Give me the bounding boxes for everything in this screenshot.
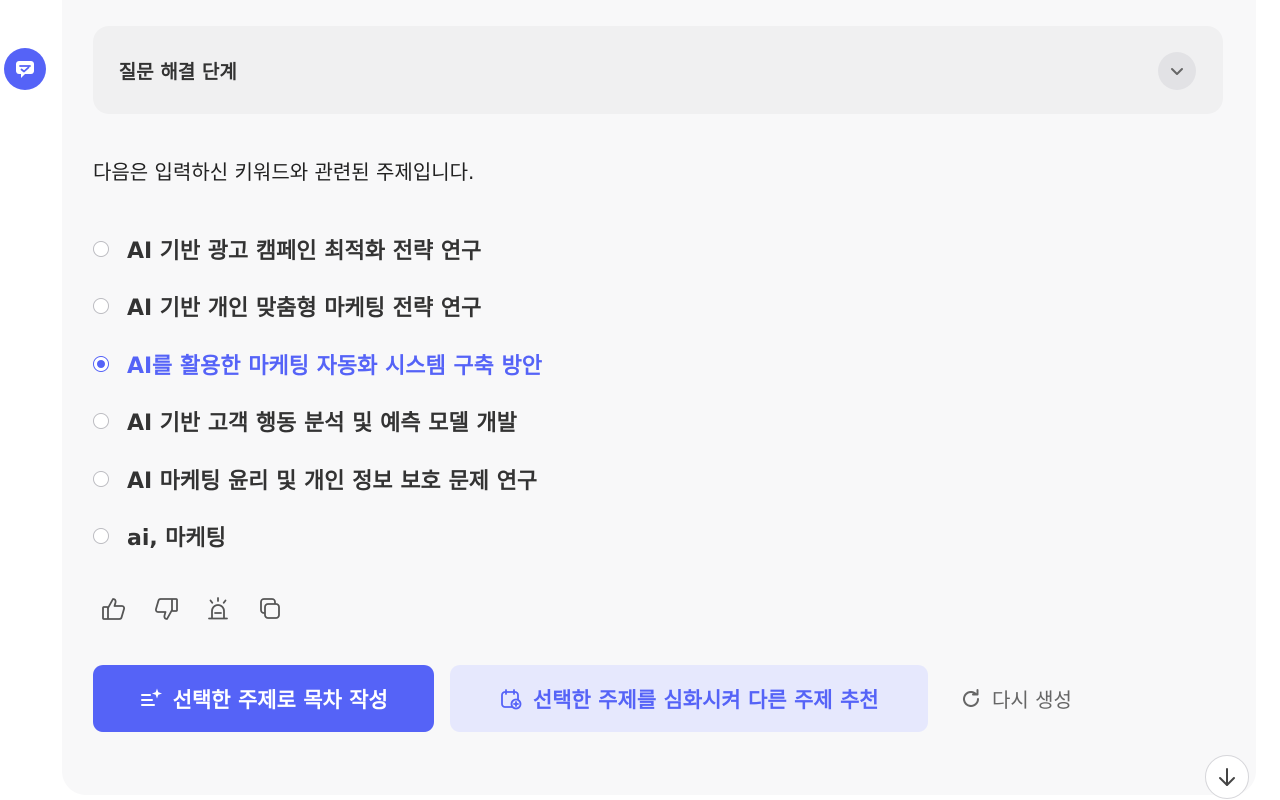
recommend-topics-button[interactable]: 선택한 주제를 심화시켜 다른 주제 추천 (450, 665, 928, 732)
topic-option[interactable]: AI 마케팅 윤리 및 개인 정보 보호 문제 연구 (93, 450, 542, 508)
regenerate-button[interactable]: 다시 생성 (960, 684, 1072, 713)
assistant-avatar (4, 48, 46, 90)
regenerate-label: 다시 생성 (992, 688, 1072, 712)
chat-check-icon (16, 61, 34, 78)
topic-option[interactable]: AI 기반 고객 행동 분석 및 예측 모델 개발 (93, 393, 542, 451)
topic-label: AI 마케팅 윤리 및 개인 정보 보호 문제 연구 (127, 468, 538, 494)
topic-option[interactable]: ai, 마케팅 (93, 508, 542, 566)
expand-steps-button[interactable] (1158, 52, 1196, 90)
radio-button[interactable] (93, 413, 109, 430)
problem-steps-panel[interactable]: 질문 해결 단계 (93, 26, 1223, 114)
radio-button[interactable] (93, 355, 109, 372)
copy-icon (260, 598, 280, 619)
topic-option[interactable]: AI 기반 개인 맞춤형 마케팅 전략 연구 (93, 278, 542, 336)
topic-list: AI 기반 광고 캠페인 최적화 전략 연구 AI 기반 개인 맞춤형 마케팅 … (93, 220, 542, 565)
topic-label: AI 기반 고객 행동 분석 및 예측 모델 개발 (127, 411, 518, 437)
scroll-down-button[interactable] (1205, 755, 1249, 799)
radio-button[interactable] (93, 240, 109, 257)
steps-title: 질문 해결 단계 (119, 60, 238, 83)
sparkle-list-icon (140, 687, 162, 706)
topic-label: AI 기반 개인 맞춤형 마케팅 전략 연구 (127, 296, 482, 322)
topic-label: AI 기반 광고 캠페인 최적화 전략 연구 (127, 238, 482, 264)
thumbs-up-icon (102, 598, 126, 620)
answer-card: 질문 해결 단계 다음은 입력하신 키워드와 관련된 주제입니다. AI 기반 … (62, 0, 1256, 795)
arrow-down-icon (1219, 768, 1235, 786)
topic-label: AI를 활용한 마케팅 자동화 시스템 구축 방안 (127, 353, 543, 379)
thumbs-down-icon (154, 598, 178, 620)
write-toc-label: 선택한 주제로 목차 작성 (172, 687, 389, 712)
feedback-bar (100, 594, 284, 624)
recommend-topics-label: 선택한 주제를 심화시켜 다른 주제 추천 (533, 687, 879, 712)
write-toc-button[interactable]: 선택한 주제로 목차 작성 (93, 665, 434, 732)
calendar-add-icon (501, 688, 522, 709)
radio-button[interactable] (93, 470, 109, 487)
refresh-icon (963, 688, 979, 707)
copy-button[interactable] (256, 594, 284, 624)
intro-text: 다음은 입력하신 키워드와 관련된 주제입니다. (93, 160, 475, 184)
siren-icon (208, 597, 228, 620)
like-button[interactable] (100, 594, 128, 624)
dislike-button[interactable] (152, 594, 180, 624)
topic-option[interactable]: AI 기반 광고 캠페인 최적화 전략 연구 (93, 220, 542, 278)
action-bar: 선택한 주제로 목차 작성 선택한 주제를 심화시켜 다른 주제 추천 다시 생… (93, 665, 1072, 732)
radio-button[interactable] (93, 528, 109, 545)
chevron-down-icon (1171, 68, 1183, 75)
topic-label: ai, 마케팅 (127, 526, 227, 552)
report-button[interactable] (204, 594, 232, 624)
radio-button[interactable] (93, 298, 109, 315)
topic-option[interactable]: AI를 활용한 마케팅 자동화 시스템 구축 방안 (93, 335, 542, 393)
